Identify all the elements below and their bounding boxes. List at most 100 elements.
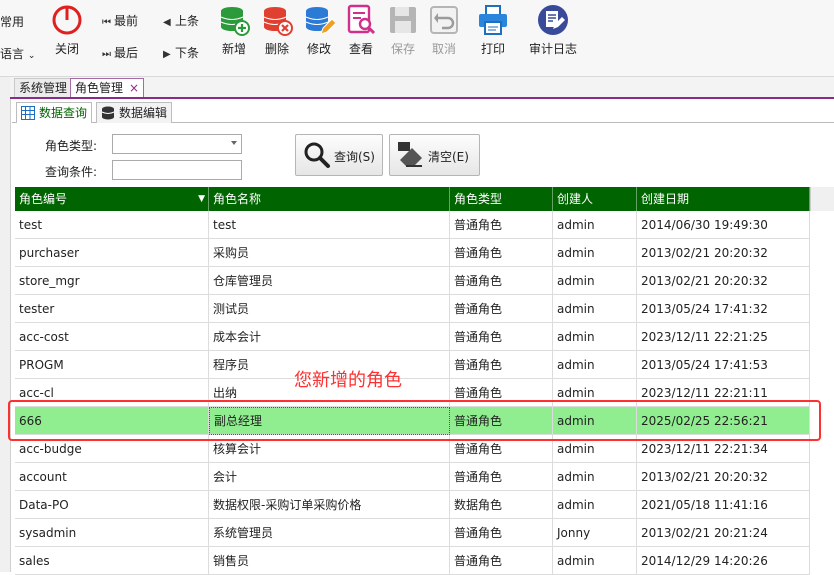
cell-role-type[interactable]: 普通角色: [450, 323, 553, 351]
cell-role-name[interactable]: 采购员: [209, 239, 450, 267]
cell-creator[interactable]: Jonny: [553, 519, 637, 547]
cell-creator[interactable]: admin: [553, 491, 637, 519]
nav-first-label: 最前: [114, 14, 139, 28]
cell-role-code[interactable]: Data-PO: [15, 491, 209, 519]
last-icon: ⏭: [102, 49, 111, 60]
column-header-role-type[interactable]: 角色类型: [450, 187, 553, 211]
cell-created-date[interactable]: 2013/05/24 17:41:53: [637, 351, 810, 379]
cell-created-date[interactable]: 2014/12/29 14:20:26: [637, 547, 810, 575]
cell-role-type[interactable]: 普通角色: [450, 547, 553, 575]
tab-system-management[interactable]: 系统管理: [14, 78, 73, 97]
query-condition-input[interactable]: [112, 160, 242, 180]
cell-created-date[interactable]: 2021/05/18 11:41:16: [637, 491, 810, 519]
cell-role-name[interactable]: 系统管理员: [209, 519, 450, 547]
cell-role-type[interactable]: 普通角色: [450, 211, 553, 239]
common-menu[interactable]: 常用: [0, 13, 24, 30]
prev-icon: ◀: [163, 17, 171, 28]
cell-role-type[interactable]: 普通角色: [450, 295, 553, 323]
tab-role-management[interactable]: 角色管理 ×: [70, 78, 145, 97]
save-icon: [390, 7, 416, 33]
next-icon: ▶: [163, 49, 171, 60]
subtab-data-query[interactable]: 数据查询: [16, 102, 93, 123]
subtab-bar: 数据查询 数据编辑: [12, 100, 834, 123]
close-icon[interactable]: ×: [129, 81, 139, 95]
clear-button-label: 清空(E): [428, 150, 469, 164]
cancel-button[interactable]: 取消: [422, 4, 466, 62]
cell-created-date[interactable]: 2013/05/24 17:41:32: [637, 295, 810, 323]
cell-role-name[interactable]: 数据权限-采购订单采购价格: [209, 491, 450, 519]
cell-role-code[interactable]: test: [15, 211, 209, 239]
cell-role-name[interactable]: 成本会计: [209, 323, 450, 351]
cell-role-code[interactable]: sysadmin: [15, 519, 209, 547]
cell-creator[interactable]: admin: [553, 267, 637, 295]
clear-button[interactable]: 清空(E): [389, 134, 480, 176]
print-button[interactable]: 打印: [471, 4, 515, 62]
cell-role-type[interactable]: 普通角色: [450, 267, 553, 295]
cell-role-type[interactable]: 普通角色: [450, 239, 553, 267]
search-icon: [304, 142, 330, 168]
table-row[interactable]: account 会计 普通角色 admin 2013/02/21 20:20:32: [15, 463, 810, 491]
audit-log-icon: [538, 5, 568, 35]
query-button[interactable]: 查询(S): [295, 134, 383, 176]
nav-next-button[interactable]: ▶ 下条: [163, 44, 199, 62]
left-panel-strip: [0, 77, 11, 572]
dropdown-arrow-icon: [231, 141, 237, 145]
cell-creator[interactable]: admin: [553, 295, 637, 323]
grid-header: 角色编号 ▼ 角色名称 角色类型 创建人 创建日期: [15, 187, 810, 211]
cell-role-type[interactable]: 普通角色: [450, 351, 553, 379]
cell-role-name[interactable]: test: [209, 211, 450, 239]
cell-created-date[interactable]: 2023/12/11 22:21:25: [637, 323, 810, 351]
column-header-created-date[interactable]: 创建日期: [637, 187, 810, 211]
document-search-icon: [347, 4, 376, 35]
table-row[interactable]: purchaser 采购员 普通角色 admin 2013/02/21 20:20:32: [15, 239, 810, 267]
column-header-label: 角色编号: [19, 192, 68, 206]
cell-role-code[interactable]: purchaser: [15, 239, 209, 267]
table-row[interactable]: sysadmin 系统管理员 普通角色 Jonny 2013/02/21 20:21:2…: [15, 519, 810, 547]
cell-role-code[interactable]: store_mgr: [15, 267, 209, 295]
cell-role-code[interactable]: account: [15, 463, 209, 491]
language-menu[interactable]: 语言 ⌄: [0, 45, 35, 62]
cell-creator[interactable]: admin: [553, 463, 637, 491]
table-row[interactable]: Data-PO 数据权限-采购订单采购价格 数据角色 admin 2021/05/18 …: [15, 491, 810, 519]
cell-created-date[interactable]: 2014/06/30 19:49:30: [637, 211, 810, 239]
table-row[interactable]: acc-cost 成本会计 普通角色 admin 2023/12/11 22:21:25: [15, 323, 810, 351]
cell-role-code[interactable]: tester: [15, 295, 209, 323]
cell-role-code[interactable]: acc-cost: [15, 323, 209, 351]
table-row[interactable]: sales 销售员 普通角色 admin 2014/12/29 14:20:26: [15, 547, 810, 575]
cell-role-name[interactable]: 测试员: [209, 295, 450, 323]
cell-role-name[interactable]: 销售员: [209, 547, 450, 575]
cell-creator[interactable]: admin: [553, 211, 637, 239]
cell-role-name[interactable]: 会计: [209, 463, 450, 491]
cell-role-type[interactable]: 普通角色: [450, 519, 553, 547]
cell-role-type[interactable]: 普通角色: [450, 463, 553, 491]
column-header-role-code[interactable]: 角色编号 ▼: [15, 187, 209, 211]
nav-first-button[interactable]: ⏮ 最前: [102, 12, 138, 30]
cell-created-date[interactable]: 2013/02/21 20:20:32: [637, 267, 810, 295]
cell-created-date[interactable]: 2013/02/21 20:20:32: [637, 239, 810, 267]
cell-created-date[interactable]: 2013/02/21 20:21:24: [637, 519, 810, 547]
audit-log-button[interactable]: 审计日志: [529, 4, 577, 62]
database-add-icon: [220, 7, 250, 36]
cell-role-type[interactable]: 数据角色: [450, 491, 553, 519]
table-row[interactable]: PROGM 程序员 普通角色 admin 2013/05/24 17:41:53: [15, 351, 810, 379]
column-header-role-name[interactable]: 角色名称: [209, 187, 450, 211]
nav-prev-button[interactable]: ◀ 上条: [163, 12, 199, 30]
cell-role-code[interactable]: PROGM: [15, 351, 209, 379]
subtab-data-edit[interactable]: 数据编辑: [96, 102, 173, 123]
column-header-creator[interactable]: 创建人: [553, 187, 637, 211]
cell-creator[interactable]: admin: [553, 547, 637, 575]
table-row[interactable]: store_mgr 仓库管理员 普通角色 admin 2013/02/21 20:20:…: [15, 267, 810, 295]
table-row[interactable]: tester 测试员 普通角色 admin 2013/05/24 17:41:32: [15, 295, 810, 323]
nav-last-button[interactable]: ⏭ 最后: [102, 44, 138, 62]
cell-role-name[interactable]: 仓库管理员: [209, 267, 450, 295]
table-row[interactable]: test test 普通角色 admin 2014/06/30 19:49:30: [15, 211, 810, 239]
filter-icon[interactable]: ▼: [198, 187, 205, 211]
role-type-select[interactable]: [112, 134, 242, 154]
cell-creator[interactable]: admin: [553, 351, 637, 379]
cell-role-code[interactable]: sales: [15, 547, 209, 575]
close-button[interactable]: 关闭: [45, 4, 89, 62]
cell-created-date[interactable]: 2013/02/21 20:20:32: [637, 463, 810, 491]
nav-next-label: 下条: [175, 46, 200, 60]
cell-creator[interactable]: admin: [553, 323, 637, 351]
cell-creator[interactable]: admin: [553, 239, 637, 267]
